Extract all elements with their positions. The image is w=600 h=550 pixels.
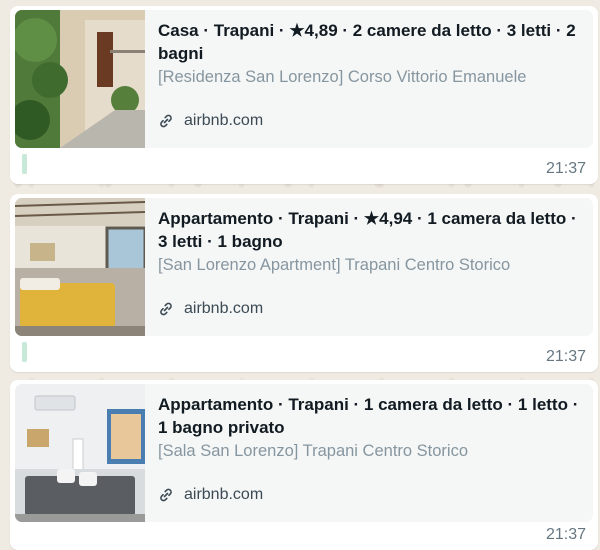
link-preview-domain: airbnb.com: [158, 112, 263, 130]
message-timestamp: 21:37: [545, 348, 586, 365]
link-preview-card[interactable]: Casa · Trapani · ★4,89 · 2 camere da let…: [15, 10, 593, 148]
link-preview-description: [Sala San Lorenzo] Trapani Centro Storic…: [158, 442, 469, 460]
link-icon: [160, 114, 172, 128]
domain-text: airbnb.com: [184, 112, 264, 129]
link-preview-description: [Residenza San Lorenzo] Corso Vittorio E…: [158, 68, 527, 86]
domain-text: airbnb.com: [184, 300, 264, 317]
link-preview-title: Appartamento · Trapani · ★4,94 · 1 camer…: [158, 209, 577, 251]
message-bubble[interactable]: Appartamento · Trapani · 1 camera da let…: [10, 380, 598, 550]
link-preview-thumbnail[interactable]: [15, 384, 145, 522]
link-preview-thumbnail[interactable]: [15, 198, 145, 336]
quote-bar: [22, 154, 27, 174]
message-bubble[interactable]: Casa · Trapani · ★4,89 · 2 camere da let…: [10, 6, 598, 184]
link-icon: [160, 488, 172, 502]
link-preview-card[interactable]: Appartamento · Trapani · ★4,94 · 1 camer…: [15, 198, 593, 336]
quote-bar: [22, 342, 27, 362]
message-timestamp: 21:37: [545, 160, 586, 177]
link-preview-title: Appartamento · Trapani · 1 camera da let…: [158, 395, 579, 437]
message-timestamp: 21:37: [545, 526, 586, 543]
link-preview-domain: airbnb.com: [158, 300, 263, 318]
link-preview-description: [San Lorenzo Apartment] Trapani Centro S…: [158, 256, 511, 274]
link-preview-thumbnail[interactable]: [15, 10, 145, 148]
link-preview-title: Casa · Trapani · ★4,89 · 2 camere da let…: [158, 21, 576, 63]
link-icon: [160, 302, 172, 316]
domain-text: airbnb.com: [184, 486, 264, 503]
link-preview-domain: airbnb.com: [158, 486, 263, 504]
link-preview-card[interactable]: Appartamento · Trapani · 1 camera da let…: [15, 384, 593, 522]
message-bubble[interactable]: Appartamento · Trapani · ★4,94 · 1 camer…: [10, 194, 598, 372]
